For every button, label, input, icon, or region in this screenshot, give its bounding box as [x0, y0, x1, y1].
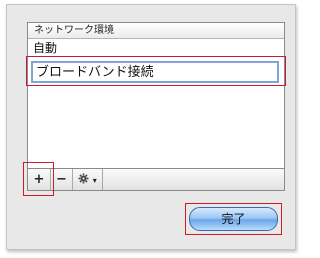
- highlight-location-field: [26, 56, 286, 86]
- highlight-add-button: [23, 162, 54, 196]
- network-environment-sheet: ネットワーク環境 自動 ブロードバンド接続 + − ▾ 完了: [6, 4, 296, 250]
- locations-list[interactable]: ネットワーク環境 自動 ブロードバンド接続: [27, 22, 285, 191]
- action-menu-button[interactable]: ▾: [73, 169, 103, 190]
- chevron-down-icon: ▾: [92, 176, 97, 185]
- list-header: ネットワーク環境: [28, 23, 284, 39]
- list-toolbar: + − ▾: [27, 168, 285, 191]
- gear-icon: [78, 173, 89, 184]
- done-button[interactable]: 完了: [189, 207, 278, 231]
- remove-location-button[interactable]: −: [51, 169, 73, 190]
